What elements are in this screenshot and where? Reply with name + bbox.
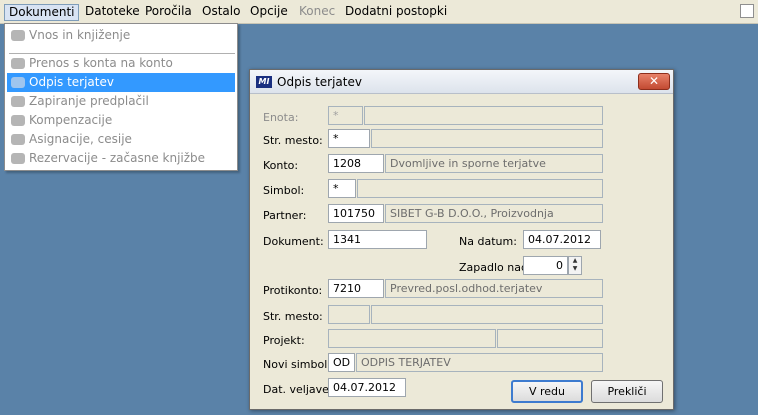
dropdown-item-asignacije[interactable]: Asignacije, cesije <box>7 130 235 149</box>
protikonto-name-field: Prevred.posl.odhod.terjatev <box>385 279 603 298</box>
dokumenti-dropdown: Vnos in knjiženje Prenos s konta na kont… <box>4 23 238 171</box>
dropdown-item-zapiranje[interactable]: Zapiranje predplačil <box>7 92 235 111</box>
menu-opcije[interactable]: Opcije <box>246 4 292 21</box>
novi-simbol-label: Novi simbol: <box>263 358 331 371</box>
dialog-title: Odpis terjatev <box>277 75 362 89</box>
dropdown-item-label: Asignacije, cesije <box>29 132 132 146</box>
app-logo-icon: MI <box>256 76 272 88</box>
enota-name-field <box>364 106 603 125</box>
dropdown-item-kompenzacije[interactable]: Kompenzacije <box>7 111 235 130</box>
menu-porocila[interactable]: Poročila <box>141 4 196 21</box>
dokument-label: Dokument: <box>263 235 324 248</box>
speech-bubble-icon <box>11 30 25 41</box>
menu-bar: Dokumenti Datoteke Poročila Ostalo Opcij… <box>0 0 758 24</box>
close-button[interactable]: ✕ <box>638 73 670 90</box>
dropdown-item-vnos[interactable]: Vnos in knjiženje <box>7 26 235 45</box>
partner-label: Partner: <box>263 209 307 222</box>
folder-icon <box>11 134 25 145</box>
dropdown-item-rezervacije[interactable]: Rezervacije - začasne knjižbe <box>7 149 235 168</box>
simbol-name-field <box>357 179 603 198</box>
str-mesto2-label: Str. mesto: <box>263 310 323 323</box>
window-restore-icon[interactable] <box>740 4 754 18</box>
arrow-right-icon <box>11 58 25 69</box>
protikonto-code-field[interactable]: 7210 <box>328 279 384 298</box>
str-mesto2-name-field <box>371 305 603 324</box>
konto-name-field: Dvomljive in sporne terjatve <box>385 154 603 173</box>
folder-icon <box>11 115 25 126</box>
dialog-titlebar: MI Odpis terjatev ✕ <box>250 70 673 94</box>
menu-dokumenti[interactable]: Dokumenti <box>4 4 80 21</box>
menu-datoteke[interactable]: Datoteke <box>81 4 144 21</box>
zapadlo-nad-label: Zapadlo nad: <box>459 261 532 274</box>
dokument-field[interactable]: 1341 <box>328 230 427 249</box>
projekt-name-field <box>497 329 603 348</box>
dropdown-item-label: Kompenzacije <box>29 113 113 127</box>
zapadlo-nad-field[interactable]: 0 <box>523 256 568 275</box>
partner-code-field[interactable]: 101750 <box>328 204 384 223</box>
dropdown-item-prenos[interactable]: Prenos s konta na konto <box>7 54 235 73</box>
na-datum-field[interactable]: 04.07.2012 <box>523 230 601 249</box>
dropdown-item-label: Vnos in knjiženje <box>29 28 131 42</box>
spin-down-icon[interactable]: ▼ <box>569 265 581 273</box>
cancel-button[interactable]: Prekliči <box>591 380 663 403</box>
enota-label: Enota: <box>263 111 299 124</box>
str-mesto-name-field <box>371 129 603 148</box>
enota-code-field: * <box>328 106 363 125</box>
novi-simbol-name-field: ODPIS TERJATEV <box>356 353 603 372</box>
document-icon <box>11 96 25 107</box>
protikonto-label: Protikonto: <box>263 284 323 297</box>
konto-label: Konto: <box>263 159 299 172</box>
dropdown-item-label: Prenos s konta na konto <box>29 56 173 70</box>
novi-simbol-code-field[interactable]: OD <box>328 353 355 372</box>
simbol-label: Simbol: <box>263 184 305 197</box>
na-datum-label: Na datum: <box>459 235 517 248</box>
projekt-label: Projekt: <box>263 334 305 347</box>
dropdown-item-odpis[interactable]: Odpis terjatev <box>7 73 235 92</box>
dropdown-item-label: Odpis terjatev <box>29 75 114 89</box>
dropdown-item-label: Rezervacije - začasne knjižbe <box>29 151 206 165</box>
dat-veljave-label: Dat. veljave: <box>263 383 333 396</box>
konto-code-field[interactable]: 1208 <box>328 154 384 173</box>
odpis-icon <box>11 77 25 88</box>
menu-ostalo[interactable]: Ostalo <box>198 4 244 21</box>
simbol-code-field[interactable]: * <box>328 179 356 198</box>
dat-veljave-field[interactable]: 04.07.2012 <box>328 378 406 397</box>
menu-konec[interactable]: Konec <box>295 4 339 21</box>
projekt-code-field <box>328 329 496 348</box>
str-mesto-code-field[interactable]: * <box>328 129 370 148</box>
zapadlo-nad-stepper[interactable]: ▲ ▼ <box>568 256 582 275</box>
partner-name-field: SIBET G-B D.O.O., Proizvodnja <box>385 204 603 223</box>
spin-up-icon[interactable]: ▲ <box>569 257 581 265</box>
ok-button[interactable]: V redu <box>511 380 583 403</box>
speech-bubble-icon <box>11 153 25 164</box>
str-mesto2-code-field <box>328 305 370 324</box>
dropdown-item-label: Zapiranje predplačil <box>29 94 149 108</box>
menu-dodatni-postopki[interactable]: Dodatni postopki <box>341 4 451 21</box>
odpis-terjatev-dialog: MI Odpis terjatev ✕ Enota: * Str. mesto:… <box>249 69 674 410</box>
str-mesto-label: Str. mesto: <box>263 134 323 147</box>
